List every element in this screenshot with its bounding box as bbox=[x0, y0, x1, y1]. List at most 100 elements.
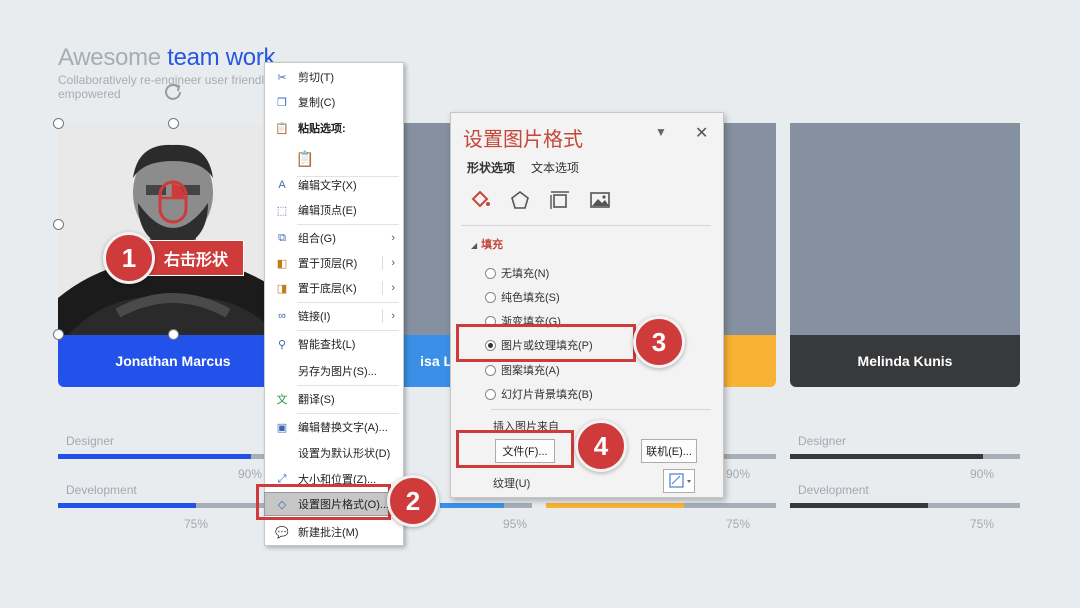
highlight-format-picture bbox=[256, 484, 391, 520]
menu-item-cut[interactable]: ✂ 剪切(T) bbox=[265, 66, 403, 88]
menu-item-send-back[interactable]: ◨ 置于底层(K) › bbox=[265, 277, 403, 299]
effects-icon[interactable] bbox=[509, 189, 531, 211]
alt-text-icon: ▣ bbox=[276, 421, 288, 434]
scissors-icon: ✂ bbox=[277, 71, 287, 84]
slide-title-accent: team work bbox=[167, 44, 276, 71]
rotate-handle-icon[interactable] bbox=[161, 80, 185, 104]
menu-divider bbox=[297, 413, 399, 414]
paste-icon: 📋 bbox=[275, 122, 289, 135]
texture-picker[interactable] bbox=[663, 469, 695, 493]
skill-bar-designer-4 bbox=[790, 454, 1020, 459]
selection-handle[interactable] bbox=[53, 219, 64, 230]
menu-item-label: 置于顶层(R) bbox=[298, 258, 358, 270]
radio-label: 图案填充(A) bbox=[501, 365, 560, 377]
menu-item-label: 置于底层(K) bbox=[298, 283, 357, 295]
menu-item-label: 链接(I) bbox=[298, 311, 331, 323]
radio-no-fill[interactable]: 无填充(N) bbox=[485, 265, 549, 281]
radio-slide-background-fill[interactable]: 幻灯片背景填充(B) bbox=[485, 386, 593, 402]
selection-handle[interactable] bbox=[53, 118, 64, 129]
menu-divider bbox=[297, 385, 399, 386]
size-properties-icon[interactable] bbox=[549, 189, 571, 211]
menu-item-edit-points[interactable]: ⬚ 编辑顶点(E) bbox=[265, 199, 403, 221]
close-icon[interactable]: ✕ bbox=[695, 123, 708, 143]
menu-item-label: 新建批注(M) bbox=[298, 527, 359, 539]
skill-bar-fill bbox=[790, 503, 928, 508]
menu-item-set-default-shape[interactable]: 设置为默认形状(D) bbox=[265, 442, 403, 464]
menu-divider bbox=[297, 224, 399, 225]
skill-bar-development-3 bbox=[546, 503, 776, 508]
bring-front-icon: ◧ bbox=[276, 257, 288, 270]
menu-split-divider bbox=[382, 281, 383, 295]
selection-handle[interactable] bbox=[168, 118, 179, 129]
skill-pct: 90% bbox=[726, 467, 751, 481]
skill-bar-fill bbox=[546, 503, 684, 508]
menu-item-group[interactable]: ⧉ 组合(G) › bbox=[265, 227, 403, 249]
highlight-picture-fill-option bbox=[456, 324, 636, 362]
menu-item-label: 复制(C) bbox=[298, 97, 336, 109]
link-icon: ∞ bbox=[278, 310, 286, 322]
skill-bar-fill bbox=[790, 454, 984, 459]
skill-pct: 75% bbox=[970, 517, 995, 531]
skill-bar-development-1 bbox=[58, 503, 288, 508]
search-icon: ⚲ bbox=[277, 338, 287, 351]
radio-label: 纯色填充(S) bbox=[501, 292, 560, 304]
team-card-name: Melinda Kunis bbox=[790, 335, 1020, 387]
step1-badge: 1 bbox=[103, 232, 155, 284]
paste-text-only-button[interactable]: 📋 bbox=[265, 145, 403, 173]
edit-points-icon: ⬚ bbox=[276, 204, 288, 217]
menu-item-label: 粘贴选项: bbox=[298, 123, 346, 135]
menu-item-link[interactable]: ∞ 链接(I) › bbox=[265, 305, 403, 327]
menu-item-save-as-picture[interactable]: 另存为图片(S)... bbox=[265, 360, 403, 382]
team-card-4[interactable]: Melinda Kunis bbox=[790, 123, 1020, 387]
portrait-image bbox=[58, 123, 288, 335]
menu-item-edit-alt-text[interactable]: ▣ 编辑替换文字(A)... bbox=[265, 416, 403, 438]
menu-item-label: 智能查找(L) bbox=[298, 339, 356, 351]
menu-item-label: 编辑顶点(E) bbox=[298, 205, 357, 217]
blank-icon bbox=[274, 363, 290, 379]
skill-bar-fill bbox=[58, 454, 252, 459]
panel-divider bbox=[461, 225, 711, 226]
group-icon: ⧉ bbox=[278, 231, 286, 244]
radio-pattern-fill[interactable]: 图案填充(A) bbox=[485, 362, 560, 378]
menu-paste-options: 📋 粘贴选项: bbox=[265, 117, 403, 139]
chevron-right-icon: › bbox=[391, 257, 395, 269]
menu-item-new-comment[interactable]: 💬 新建批注(M) bbox=[265, 521, 403, 543]
tab-text-options[interactable]: 文本选项 bbox=[531, 159, 579, 176]
menu-item-label: 翻译(S) bbox=[298, 394, 335, 406]
skill-bar-fill bbox=[440, 503, 505, 508]
menu-item-label: 设置为默认形状(D) bbox=[298, 448, 391, 460]
tab-shape-options[interactable]: 形状选项 bbox=[467, 159, 515, 176]
menu-item-edit-text[interactable]: A 编辑文字(X) bbox=[265, 174, 403, 196]
online-button[interactable]: 联机(E)... bbox=[641, 439, 697, 463]
skill-bar-fill bbox=[58, 503, 196, 508]
skill-pct: 95% bbox=[503, 517, 528, 531]
menu-item-bring-front[interactable]: ◧ 置于顶层(R) › bbox=[265, 252, 403, 274]
panel-options-dropdown-icon[interactable]: ▼ bbox=[655, 125, 667, 139]
chevron-right-icon: › bbox=[391, 282, 395, 294]
menu-item-smart-lookup[interactable]: ⚲ 智能查找(L) bbox=[265, 333, 403, 355]
skill-bar-designer-3 bbox=[724, 454, 776, 459]
section-fill-label: 填充 bbox=[481, 239, 504, 251]
skill-label-designer: Designer bbox=[66, 434, 115, 448]
section-fill-header[interactable]: ◢ 填充 bbox=[471, 236, 503, 252]
skill-pct: 75% bbox=[184, 517, 209, 531]
radio-solid-fill[interactable]: 纯色填充(S) bbox=[485, 289, 560, 305]
fill-line-icon[interactable] bbox=[469, 189, 491, 211]
step4-badge: 4 bbox=[575, 420, 627, 472]
selection-handle[interactable] bbox=[53, 329, 64, 340]
menu-split-divider bbox=[382, 256, 383, 270]
texture-label: 纹理(U) bbox=[493, 478, 531, 490]
picture-icon[interactable] bbox=[589, 189, 611, 211]
menu-item-translate[interactable]: 文翻译(S) bbox=[265, 388, 403, 410]
mouse-icon bbox=[158, 180, 188, 224]
portrait-photo[interactable] bbox=[58, 123, 288, 335]
panel-icon-tabs bbox=[469, 189, 611, 211]
menu-item-copy[interactable]: ❐ 复制(C) bbox=[265, 91, 403, 113]
send-back-icon: ◨ bbox=[276, 282, 288, 295]
chevron-right-icon: › bbox=[391, 232, 395, 244]
panel-divider bbox=[491, 409, 711, 410]
selection-handle[interactable] bbox=[168, 329, 179, 340]
radio-dot bbox=[485, 364, 496, 376]
radio-label: 幻灯片背景填充(B) bbox=[501, 389, 593, 401]
skill-bar-development-4 bbox=[790, 503, 1020, 508]
